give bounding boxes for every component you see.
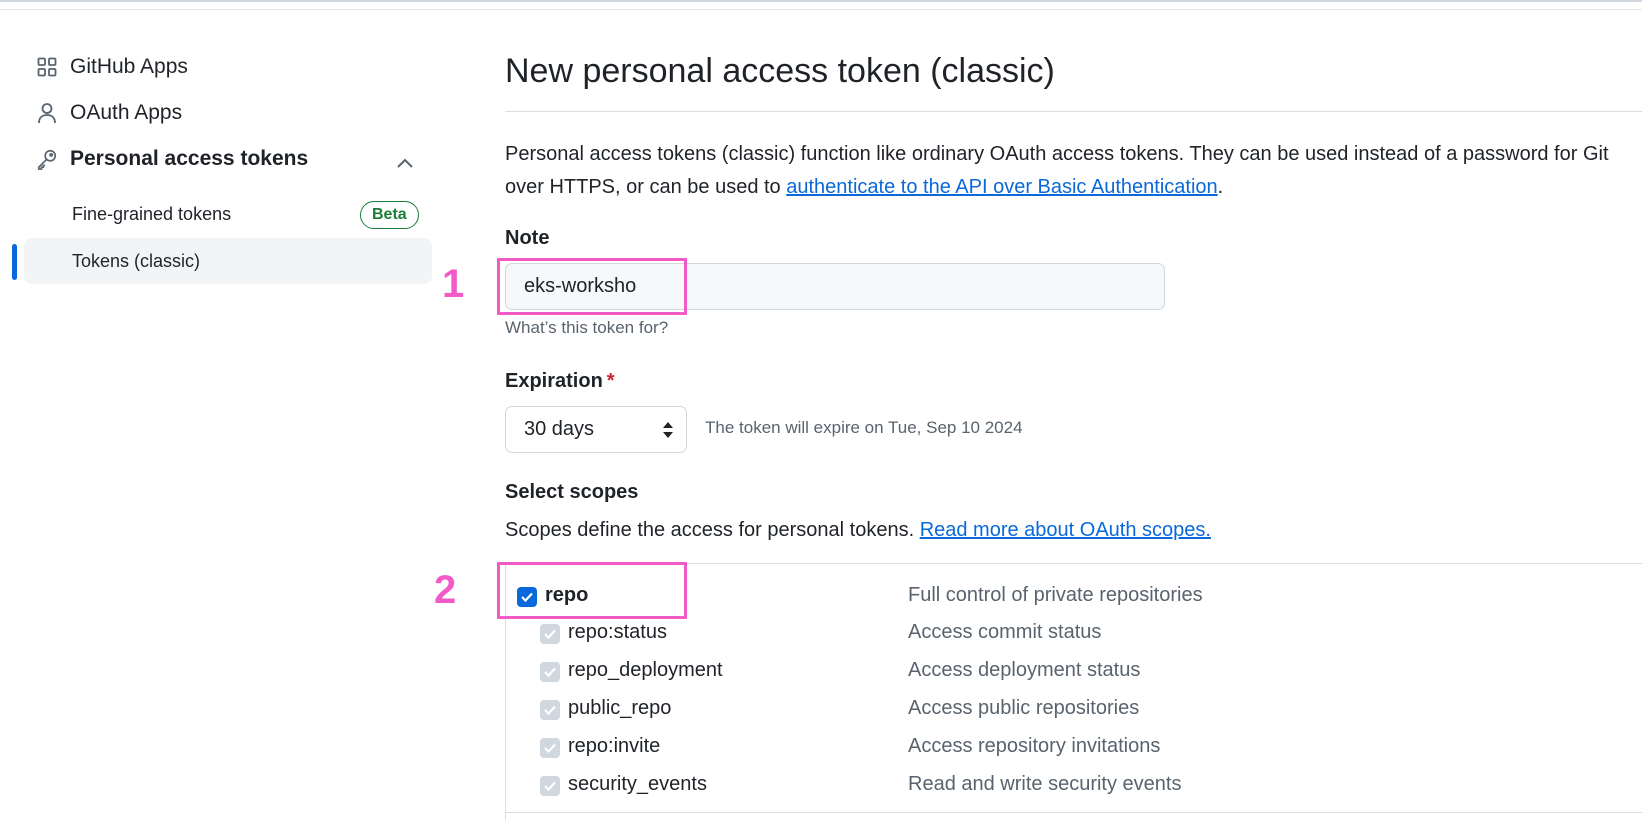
active-indicator xyxy=(12,244,17,280)
public-repo-checkbox[interactable] xyxy=(540,700,560,720)
scope-description: Access repository invitations xyxy=(908,735,1161,757)
page-title: New personal access token (classic) xyxy=(505,52,1055,90)
required-mark: * xyxy=(606,370,615,392)
scopes-divider-bottom xyxy=(505,812,1642,813)
scopes-label: Select scopes xyxy=(505,481,639,503)
scope-description: Access deployment status xyxy=(908,659,1141,681)
scope-name: repo:status xyxy=(568,621,667,643)
sidebar-item-personal-access-tokens[interactable]: Personal access tokens xyxy=(36,139,308,179)
oauth-scopes-link[interactable]: Read more about OAuth scopes. xyxy=(920,519,1211,541)
scope-row-repo-deployment: repo_deployment Access deployment status xyxy=(505,655,1642,689)
scope-name: repo_deployment xyxy=(568,659,723,681)
apps-grid-icon xyxy=(36,56,58,78)
expiration-label-text: Expiration xyxy=(505,370,603,392)
chevron-up-icon[interactable] xyxy=(395,154,415,174)
scope-description: Full control of private repositories xyxy=(908,584,1203,606)
scope-name: public_repo xyxy=(568,697,672,719)
repo-status-checkbox[interactable] xyxy=(540,624,560,644)
sidebar-item-label: OAuth Apps xyxy=(70,101,183,124)
sidebar-item-label: GitHub Apps xyxy=(70,55,188,78)
title-divider xyxy=(505,111,1642,112)
key-icon xyxy=(36,148,58,170)
expiration-info: The token will expire on Tue, Sep 10 202… xyxy=(705,418,1023,437)
sidebar-subitem-tokens-classic[interactable]: Tokens (classic) xyxy=(24,238,432,284)
sidebar-item-oauth-apps[interactable]: OAuth Apps xyxy=(36,93,182,133)
expiration-select[interactable]: 30 days xyxy=(505,406,687,453)
basic-auth-link[interactable]: authenticate to the API over Basic Authe… xyxy=(786,176,1217,198)
intro-text: Personal access tokens (classic) functio… xyxy=(505,138,1642,204)
scope-row-public-repo: public_repo Access public repositories xyxy=(505,693,1642,727)
expiration-selected-value: 30 days xyxy=(524,418,595,440)
step-number-2: 2 xyxy=(434,568,457,612)
sidebar-item-github-apps[interactable]: GitHub Apps xyxy=(36,47,188,87)
main-content: New personal access token (classic) Pers… xyxy=(505,0,1642,820)
highlight-box-repo xyxy=(497,562,687,619)
step-number-1: 1 xyxy=(442,262,465,306)
security-events-checkbox[interactable] xyxy=(540,776,560,796)
scope-description: Access public repositories xyxy=(908,697,1140,719)
scope-row-repo-status: repo:status Access commit status xyxy=(505,617,1642,651)
select-arrows-icon xyxy=(662,420,674,440)
scopes-description-text: Scopes define the access for personal to… xyxy=(505,519,920,541)
highlight-box-note xyxy=(497,258,687,315)
scope-row-security-events: security_events Read and write security … xyxy=(505,769,1642,803)
intro-text-end: . xyxy=(1217,176,1224,198)
scope-description: Read and write security events xyxy=(908,773,1182,795)
sidebar-subitem-label: Fine-grained tokens xyxy=(72,203,232,224)
note-label: Note xyxy=(505,227,550,249)
person-icon xyxy=(36,102,58,124)
scope-name: repo:invite xyxy=(568,735,661,757)
sidebar-item-label: Personal access tokens xyxy=(70,147,309,170)
scope-description: Access commit status xyxy=(908,621,1102,643)
sidebar-subitem-label: Tokens (classic) xyxy=(72,250,201,271)
scope-row-repo-invite: repo:invite Access repository invitation… xyxy=(505,731,1642,765)
scopes-description: Scopes define the access for personal to… xyxy=(505,519,1211,542)
scope-name: security_events xyxy=(568,773,707,795)
repo-invite-checkbox[interactable] xyxy=(540,738,560,758)
expiration-label: Expiration * xyxy=(505,370,615,393)
note-hint: What’s this token for? xyxy=(505,318,669,337)
repo-deployment-checkbox[interactable] xyxy=(540,662,560,682)
beta-badge: Beta xyxy=(360,201,419,229)
